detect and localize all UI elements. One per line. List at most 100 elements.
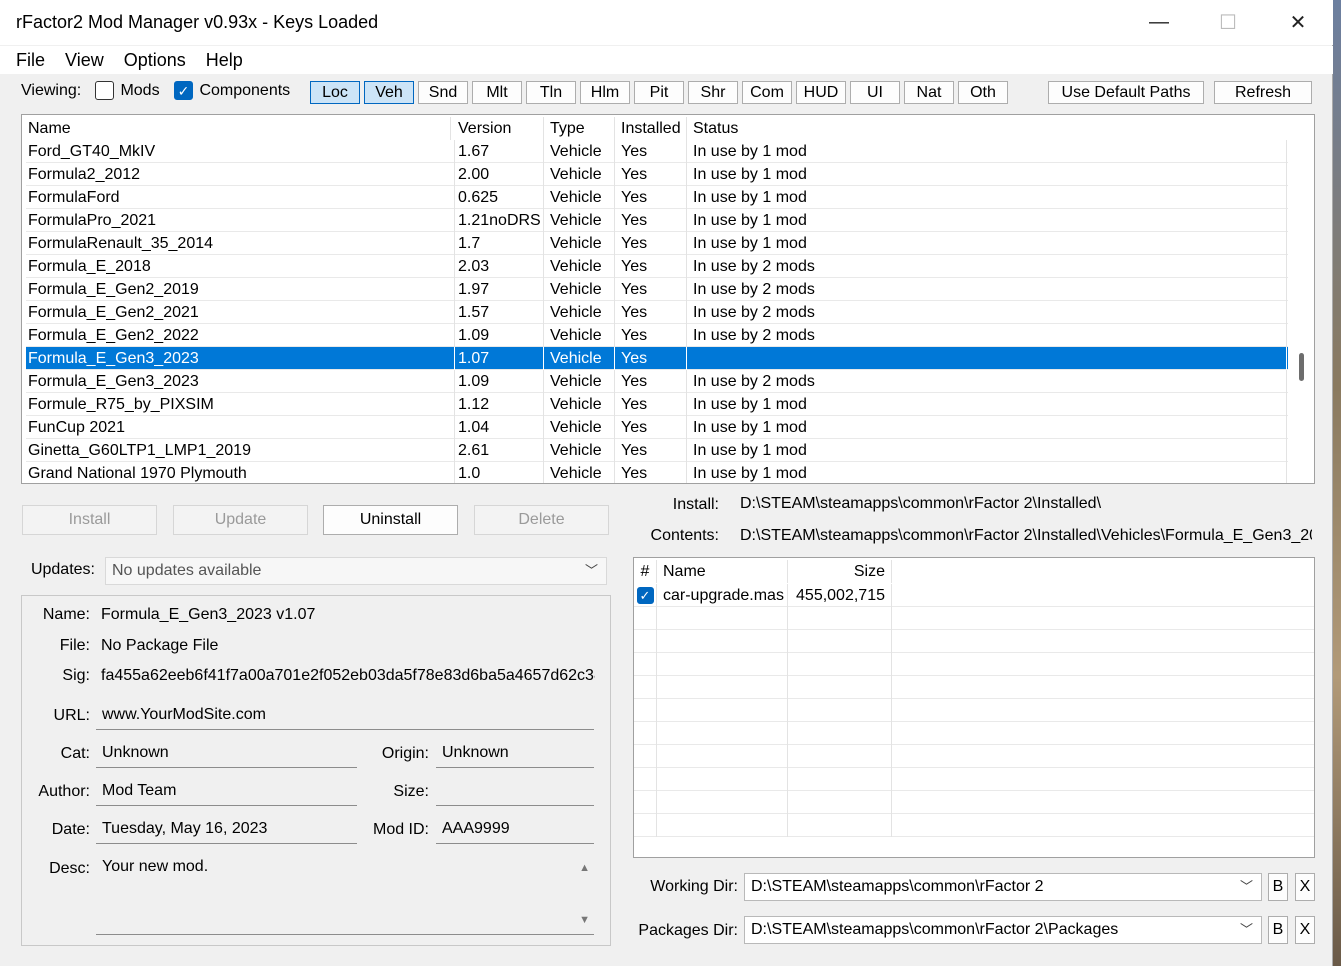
modid-field[interactable]: AAA9999 (436, 816, 594, 844)
table-row[interactable]: Formula_E_Gen2_2019 1.97 Vehicle Yes In use … (26, 278, 1296, 301)
components-grid[interactable]: Name Version Type Installed Status Ford_… (21, 114, 1315, 484)
minimize-button[interactable]: — (1124, 0, 1194, 45)
working-dir-select[interactable]: D:\STEAM\steamapps\common\rFactor 2 ﹀ (744, 873, 1262, 901)
url-field[interactable]: www.YourModSite.com (96, 702, 594, 730)
install-button[interactable]: Install (22, 505, 157, 535)
menu-file[interactable]: File (6, 50, 55, 71)
filter-ui-button[interactable]: UI (850, 81, 900, 104)
filter-veh-button[interactable]: Veh (364, 81, 414, 104)
table-row[interactable]: Formula_E_Gen3_2023 1.09 Vehicle Yes In use … (26, 370, 1296, 393)
column-header-version[interactable]: Version (452, 117, 544, 140)
title-bar[interactable]: rFactor2 Mod Manager v0.93x - Keys Loade… (0, 0, 1333, 45)
cell-name: FormulaPro_2021 (26, 209, 455, 232)
working-dir-browse-button[interactable]: B (1268, 873, 1288, 901)
filter-hud-button[interactable]: HUD (796, 81, 846, 104)
file-size-cell (788, 607, 892, 630)
cell-status: In use by 2 mods (687, 301, 1287, 324)
cell-name: Formula2_2012 (26, 163, 455, 186)
mods-checkbox-group[interactable]: Mods (95, 81, 160, 100)
cell-name: Formula_E_Gen2_2022 (26, 324, 455, 347)
column-header-installed[interactable]: Installed (615, 117, 687, 140)
mods-checkbox[interactable] (95, 81, 114, 100)
file-column-index[interactable]: # (634, 560, 657, 583)
file-size-cell (788, 653, 892, 676)
packages-dir-browse-button[interactable]: B (1268, 916, 1288, 944)
menu-help[interactable]: Help (196, 50, 253, 71)
filter-hlm-button[interactable]: Hlm (580, 81, 630, 104)
main-window: rFactor2 Mod Manager v0.93x - Keys Loade… (0, 0, 1333, 966)
update-button[interactable]: Update (173, 505, 308, 535)
table-row[interactable]: FunCup 2021 1.04 Vehicle Yes In use by 1 mod (26, 416, 1296, 439)
filter-mlt-button[interactable]: Mlt (472, 81, 522, 104)
cell-status: In use by 1 mod (687, 186, 1287, 209)
cell-status: In use by 2 mods (687, 370, 1287, 393)
filter-oth-button[interactable]: Oth (958, 81, 1008, 104)
origin-field[interactable]: Unknown (436, 740, 594, 768)
list-item (634, 791, 1314, 814)
cell-installed: Yes (615, 370, 687, 393)
grid-scroll-thumb[interactable] (1299, 353, 1304, 381)
size-field[interactable] (436, 778, 594, 806)
table-row[interactable]: FormulaRenault_35_2014 1.7 Vehicle Yes In us… (26, 232, 1296, 255)
delete-button[interactable]: Delete (474, 505, 609, 535)
file-column-name[interactable]: Name (657, 560, 788, 583)
packages-dir-clear-button[interactable]: X (1295, 916, 1315, 944)
scroll-down-icon[interactable]: ▼ (579, 914, 590, 926)
table-row[interactable]: Ford_GT40_MkIV 1.67 Vehicle Yes In use by 1 … (26, 140, 1296, 163)
filter-shr-button[interactable]: Shr (688, 81, 738, 104)
desc-textarea[interactable]: Your new mod. ▲ ▼ (96, 854, 594, 935)
cell-name: FunCup 2021 (26, 416, 455, 439)
file-name-cell (657, 722, 788, 745)
use-default-paths-button[interactable]: Use Default Paths (1048, 81, 1204, 104)
table-row[interactable]: Formula_E_Gen3_2023 1.07 Vehicle Yes (26, 347, 1296, 370)
file-column-size[interactable]: Size (788, 560, 892, 583)
table-row[interactable]: Formula_E_Gen2_2022 1.09 Vehicle Yes In use … (26, 324, 1296, 347)
column-header-status[interactable]: Status (687, 117, 1287, 140)
column-header-name[interactable]: Name (22, 117, 451, 140)
table-row[interactable]: Grand National 1970 Plymouth 1.0 Vehicle Ye… (26, 462, 1296, 483)
cell-type: Vehicle (544, 209, 615, 232)
maximize-button[interactable]: ☐ (1193, 0, 1263, 45)
refresh-button[interactable]: Refresh (1214, 81, 1312, 104)
menu-bar: File View Options Help (0, 46, 1333, 74)
filter-loc-button[interactable]: Loc (310, 81, 360, 104)
scroll-up-icon[interactable]: ▲ (579, 862, 590, 874)
filter-nat-button[interactable]: Nat (904, 81, 954, 104)
file-size-cell (788, 699, 892, 722)
table-row[interactable]: Formula_E_2018 2.03 Vehicle Yes In use by 2 … (26, 255, 1296, 278)
cell-type: Vehicle (544, 301, 615, 324)
table-row[interactable]: Ginetta_G60LTP1_LMP1_2019 2.61 Vehicle Yes I… (26, 439, 1296, 462)
filter-com-button[interactable]: Com (742, 81, 792, 104)
grid-scrollbar[interactable] (1288, 115, 1314, 483)
date-field[interactable]: Tuesday, May 16, 2023 (96, 816, 357, 844)
contents-file-list[interactable]: # Name Size ✓ car-upgrade.mas 455,002,715 (633, 557, 1315, 858)
name-value: Formula_E_Gen3_2023 v1.07 (101, 606, 316, 623)
cell-status: In use by 2 mods (687, 278, 1287, 301)
working-dir-clear-button[interactable]: X (1295, 873, 1315, 901)
list-item[interactable]: ✓ car-upgrade.mas 455,002,715 (634, 584, 1314, 607)
table-row[interactable]: Formule_R75_by_PIXSIM 1.12 Vehicle Yes In us… (26, 393, 1296, 416)
uninstall-button[interactable]: Uninstall (323, 505, 458, 535)
filter-tln-button[interactable]: Tln (526, 81, 576, 104)
filter-pit-button[interactable]: Pit (634, 81, 684, 104)
table-row[interactable]: FormulaPro_2021 1.21noDRS Vehicle Yes In use… (26, 209, 1296, 232)
components-checkbox-group[interactable]: ✓ Components (174, 81, 290, 100)
components-checkbox[interactable]: ✓ (174, 81, 193, 100)
updates-select-value: No updates available (112, 562, 262, 579)
file-checkbox[interactable]: ✓ (636, 587, 654, 605)
chevron-down-icon: ﹀ (1239, 879, 1253, 894)
menu-view[interactable]: View (55, 50, 114, 71)
file-name-cell (657, 653, 788, 676)
table-row[interactable]: FormulaFord 0.625 Vehicle Yes In use by 1 mo… (26, 186, 1296, 209)
table-row[interactable]: Formula2_2012 2.00 Vehicle Yes In use by 1 m… (26, 163, 1296, 186)
packages-dir-select[interactable]: D:\STEAM\steamapps\common\rFactor 2\Pack… (744, 916, 1262, 944)
filter-snd-button[interactable]: Snd (418, 81, 468, 104)
table-row[interactable]: Formula_E_Gen2_2021 1.57 Vehicle Yes In use … (26, 301, 1296, 324)
cat-field[interactable]: Unknown (96, 740, 357, 768)
menu-options[interactable]: Options (114, 50, 196, 71)
column-header-type[interactable]: Type (544, 117, 615, 140)
updates-select[interactable]: No updates available ﹀ (105, 557, 607, 585)
cell-installed: Yes (615, 186, 687, 209)
author-field[interactable]: Mod Team (96, 778, 357, 806)
close-button[interactable]: ✕ (1263, 0, 1333, 45)
